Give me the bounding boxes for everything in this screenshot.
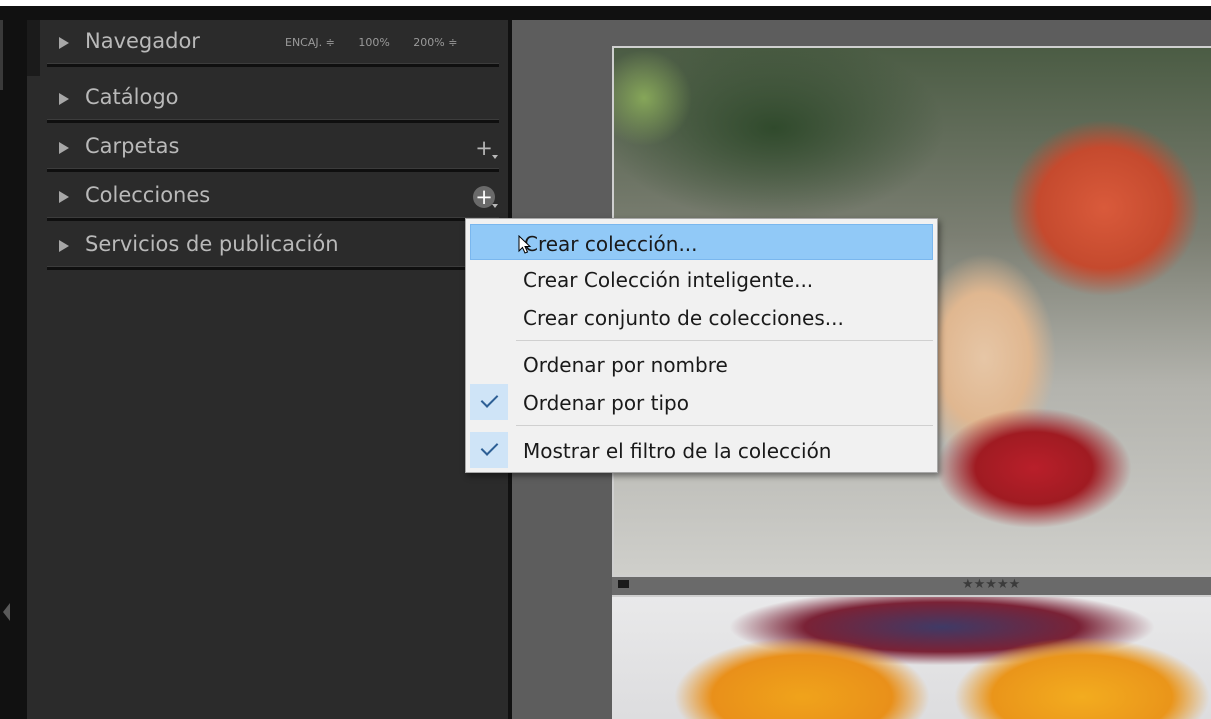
- section-colecciones[interactable]: Colecciones +: [47, 174, 499, 221]
- section-carpetas[interactable]: Carpetas +: [47, 125, 499, 172]
- menu-separator: [516, 340, 933, 341]
- panel-scroll-strip[interactable]: [27, 20, 40, 76]
- expand-triangle-icon[interactable]: [59, 37, 69, 49]
- mouse-pointer-icon: [518, 235, 532, 254]
- expand-triangle-icon[interactable]: [59, 240, 69, 252]
- section-servicios-publicacion[interactable]: Servicios de publicación: [47, 223, 499, 270]
- menu-item-label: Crear Colección inteligente...: [523, 268, 814, 292]
- menu-item-create-smart-collection[interactable]: Crear Colección inteligente...: [470, 261, 933, 297]
- section-catalogo[interactable]: Catálogo: [47, 76, 499, 123]
- section-divider: [47, 63, 499, 67]
- menu-item-label: Ordenar por nombre: [523, 353, 728, 377]
- checkmark-icon: [480, 390, 499, 408]
- menu-item-create-collection-set[interactable]: Crear conjunto de colecciones...: [470, 299, 933, 335]
- menu-item-label: Crear colección...: [524, 232, 698, 256]
- menu-item-sort-by-name[interactable]: Ordenar por nombre: [470, 346, 933, 382]
- collections-context-menu: Crear colección... Crear Colección intel…: [465, 218, 938, 473]
- dropdown-caret-icon: [492, 155, 498, 159]
- section-divider: [47, 266, 499, 270]
- menu-separator: [516, 425, 933, 426]
- section-divider: [47, 217, 499, 221]
- left-edge-tab: [0, 20, 3, 90]
- menu-item-label: Mostrar el filtro de la colección: [523, 439, 832, 463]
- menu-item-label: Crear conjunto de colecciones...: [523, 306, 844, 330]
- menu-item-sort-by-type[interactable]: Ordenar por tipo: [470, 384, 933, 420]
- check-box: [470, 384, 508, 420]
- expand-triangle-icon[interactable]: [59, 93, 69, 105]
- section-divider: [47, 168, 499, 172]
- flag-icon[interactable]: [618, 580, 629, 588]
- section-title: Colecciones: [85, 183, 211, 207]
- checkmark-icon: [480, 438, 499, 456]
- section-navegador[interactable]: Navegador ENCAJ. ≑ 100% 200% ≑: [47, 20, 499, 67]
- section-title: Navegador: [85, 29, 200, 53]
- zoom-fit-option[interactable]: ENCAJ. ≑: [285, 36, 335, 49]
- expand-triangle-icon[interactable]: [59, 142, 69, 154]
- expand-triangle-icon[interactable]: [59, 191, 69, 203]
- section-title: Catálogo: [85, 85, 179, 109]
- section-divider: [47, 119, 499, 123]
- section-title: Carpetas: [85, 134, 180, 158]
- zoom-options: ENCAJ. ≑ 100% 200% ≑: [285, 36, 477, 49]
- dropdown-caret-icon: [492, 204, 498, 208]
- menu-item-show-collection-filter[interactable]: Mostrar el filtro de la colección: [470, 432, 933, 468]
- zoom-200-option[interactable]: 200% ≑: [413, 36, 457, 49]
- photo-thumbnail-oranges[interactable]: [612, 595, 1211, 719]
- zoom-100-option[interactable]: 100%: [358, 36, 389, 49]
- section-title: Servicios de publicación: [85, 232, 339, 256]
- screen-frame: Navegador ENCAJ. ≑ 100% 200% ≑ Catálogo …: [0, 0, 1211, 719]
- lightroom-window: Navegador ENCAJ. ≑ 100% 200% ≑ Catálogo …: [0, 6, 1211, 719]
- left-panel: Navegador ENCAJ. ≑ 100% 200% ≑ Catálogo …: [27, 20, 508, 719]
- menu-item-create-collection[interactable]: Crear colección...: [470, 224, 933, 260]
- check-box: [470, 432, 508, 468]
- menu-item-label: Ordenar por tipo: [523, 391, 689, 415]
- collapse-panel-arrow-icon[interactable]: [3, 603, 10, 621]
- thumbnail-info-strip: ★★★★★: [612, 577, 1211, 595]
- rating-stars[interactable]: ★★★★★: [962, 577, 1020, 592]
